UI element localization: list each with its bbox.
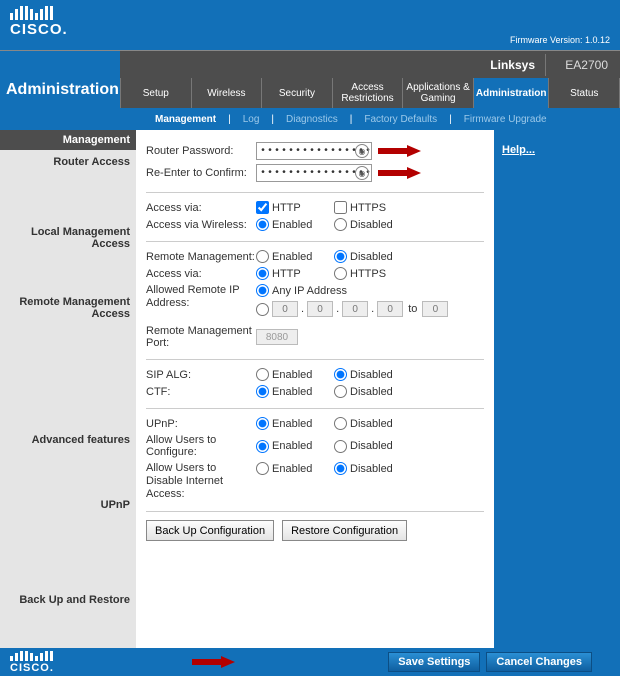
radio-remote-via-http[interactable] [256,267,269,280]
subnav-log[interactable]: Log [243,114,260,125]
left-header-management: Management [0,130,136,150]
checkbox-https[interactable] [334,201,347,214]
arrow-icon [192,656,236,668]
ip-octet-4[interactable] [377,301,403,317]
left-section-backup: Back Up and Restore [0,588,136,608]
router-password-input[interactable]: •••••••••••••••• ◉ [256,142,372,160]
nav-access-restrictions[interactable]: Access Restrictions [333,78,404,108]
left-section-local-access: Local Management Access [0,220,136,250]
label-access-via: Access via: [146,202,256,214]
label-upnp-disable-internet: Allow Users to Disable Internet Access: [146,462,256,501]
nav-status[interactable]: Status [549,78,620,108]
radio-upnp-configure-disabled[interactable] [334,440,347,453]
arrow-icon [378,145,422,157]
cancel-changes-button[interactable]: Cancel Changes [486,652,592,672]
restore-configuration-button[interactable]: Restore Configuration [282,520,407,541]
radio-local-wireless-enabled[interactable] [256,218,269,231]
label-sip-alg: SIP ALG: [146,369,256,381]
left-section-router-access: Router Access [0,150,136,170]
cisco-logo-bottom: CISCO. [10,651,54,674]
subnav-firmware-upgrade[interactable]: Firmware Upgrade [464,114,547,125]
arrow-icon [378,167,422,179]
ip-octet-2[interactable] [307,301,333,317]
left-section-remote-access: Remote Management Access [0,290,136,320]
eye-icon[interactable]: ◉ [355,144,369,158]
radio-upnp-disable-enabled[interactable] [256,462,269,475]
brand-label: Linksys [490,58,535,72]
ip-octet-3[interactable] [342,301,368,317]
subnav-diagnostics[interactable]: Diagnostics [286,114,338,125]
label-ctf: CTF: [146,386,256,398]
checkbox-http[interactable] [256,201,269,214]
radio-remote-via-https[interactable] [334,267,347,280]
nav-security[interactable]: Security [262,78,333,108]
save-settings-button[interactable]: Save Settings [388,652,480,672]
ip-octet-5[interactable] [422,301,448,317]
backup-configuration-button[interactable]: Back Up Configuration [146,520,274,541]
label-allowed-ip: Allowed Remote IP Address: [146,284,256,310]
left-section-upnp: UPnP [0,493,136,513]
cisco-logo-top: CISCO. [10,6,68,38]
radio-upnp-disable-disabled[interactable] [334,462,347,475]
help-link[interactable]: Help... [502,144,535,156]
label-router-password: Router Password: [146,145,256,157]
radio-remote-mgmt-disabled[interactable] [334,250,347,263]
page-title: Administration [6,81,119,99]
left-section-advanced: Advanced features [0,428,136,448]
radio-ip-range[interactable] [256,303,269,316]
nav-applications-gaming[interactable]: Applications & Gaming [403,78,474,108]
radio-any-ip[interactable] [256,284,269,297]
model-label: EA2700 [565,58,608,72]
radio-ctf-enabled[interactable] [256,385,269,398]
radio-upnp-configure-enabled[interactable] [256,440,269,453]
subnav-management[interactable]: Management [155,114,216,125]
radio-sip-enabled[interactable] [256,368,269,381]
nav-setup[interactable]: Setup [121,78,192,108]
subnav-factory-defaults[interactable]: Factory Defaults [364,114,437,125]
label-remote-access-via: Access via: [146,268,256,280]
label-upnp-configure: Allow Users to Configure: [146,434,256,458]
confirm-password-input[interactable]: •••••••••••••••• ◉ [256,164,372,182]
firmware-version: Firmware Version: 1.0.12 [510,35,610,45]
label-access-wireless: Access via Wireless: [146,219,256,231]
remote-port-input[interactable] [256,329,298,345]
label-remote-port: Remote Management Port: [146,325,256,349]
radio-ctf-disabled[interactable] [334,385,347,398]
radio-upnp-disabled[interactable] [334,417,347,430]
label-reenter-password: Re-Enter to Confirm: [146,167,256,179]
label-remote-mgmt: Remote Management: [146,251,256,263]
label-upnp: UPnP: [146,418,256,430]
radio-upnp-enabled[interactable] [256,417,269,430]
radio-remote-mgmt-enabled[interactable] [256,250,269,263]
eye-icon[interactable]: ◉ [355,166,369,180]
radio-sip-disabled[interactable] [334,368,347,381]
radio-local-wireless-disabled[interactable] [334,218,347,231]
nav-administration[interactable]: Administration [474,78,550,108]
nav-wireless[interactable]: Wireless [192,78,263,108]
ip-octet-1[interactable] [272,301,298,317]
